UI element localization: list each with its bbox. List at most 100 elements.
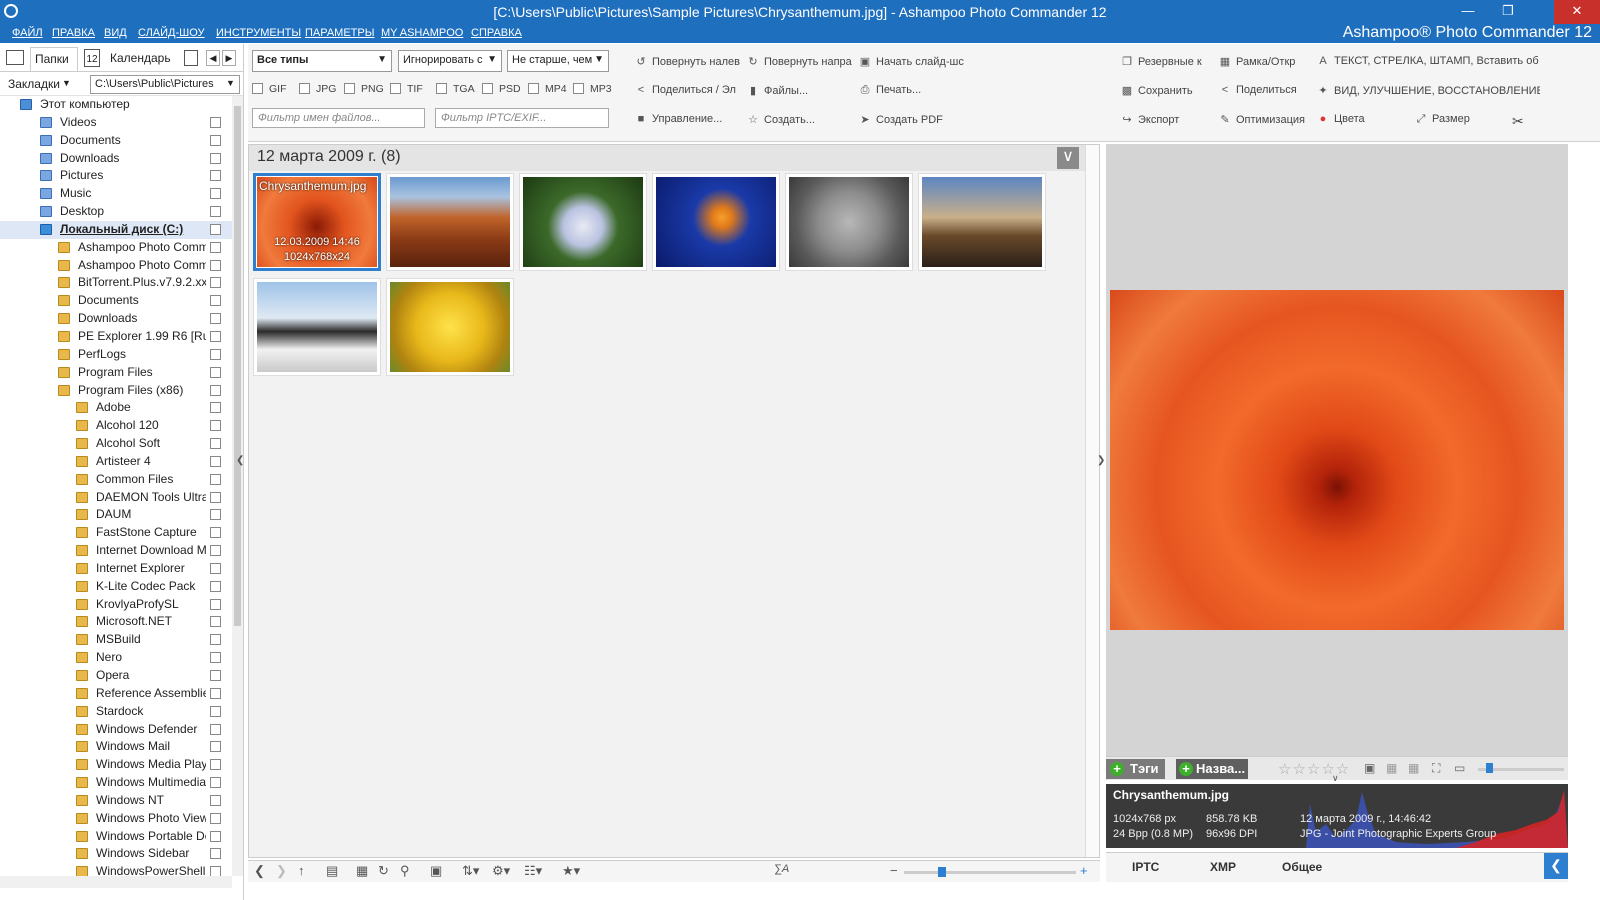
tab-calendar[interactable]: Календарь xyxy=(106,47,171,71)
tab-xmp[interactable]: XMP xyxy=(1210,860,1236,874)
tree-item-checkbox[interactable] xyxy=(210,527,221,539)
menu-slideshow[interactable]: СЛАЙД-ШОУ xyxy=(138,27,205,39)
zoom-in-icon[interactable]: + xyxy=(1080,863,1088,878)
path-input[interactable]: C:\Users\Public\Pictures xyxy=(90,75,240,94)
filter-checkbox-png[interactable]: PNG xyxy=(344,83,384,95)
zoom-slider-handle[interactable] xyxy=(938,867,946,877)
scissors-icon[interactable]: ✂ xyxy=(1512,113,1532,130)
type-select[interactable]: Все типы ▼ xyxy=(252,50,392,72)
tree-item[interactable]: Локальный диск (C:) xyxy=(0,220,232,239)
tree-item[interactable]: DAUM xyxy=(0,506,232,524)
tree-item-checkbox[interactable] xyxy=(210,598,221,610)
close-icon[interactable]: ✕ xyxy=(1554,0,1600,24)
zoom-slider[interactable] xyxy=(904,871,1076,874)
tree-item-checkbox[interactable] xyxy=(210,562,221,574)
thumbnail[interactable]: Chrysanthemum.jpg 12.03.2009 14:46 1024x76… xyxy=(253,173,381,271)
tree-item-checkbox[interactable] xyxy=(210,152,221,164)
tree-item[interactable]: Documents xyxy=(0,292,232,310)
thumbnail[interactable] xyxy=(918,173,1046,271)
tree-item-checkbox[interactable] xyxy=(210,723,221,735)
panel-nav-arrow-icon[interactable]: ❮ xyxy=(1544,853,1568,879)
tab-iptc[interactable]: IPTC xyxy=(1132,860,1159,874)
font-size-icon[interactable]: ∑A xyxy=(774,863,789,875)
preview-zoom-handle[interactable] xyxy=(1486,763,1493,773)
rotate-left-button[interactable]: ↺ Повернуть налев xyxy=(634,55,744,68)
menu-view[interactable]: ВИД xyxy=(104,27,127,39)
tree-scroll-thumb[interactable] xyxy=(234,106,241,626)
tree-item-checkbox[interactable] xyxy=(210,741,221,753)
menu-edit[interactable]: ПРАВКА xyxy=(52,27,95,39)
tree-item[interactable]: Internet Explorer xyxy=(0,560,232,578)
tree-horizontal-scrollbar[interactable] xyxy=(0,876,232,888)
thumbnail[interactable] xyxy=(652,173,780,271)
tree-item[interactable]: Documents xyxy=(0,132,232,150)
share-button[interactable]: < Поделиться xyxy=(1218,84,1314,96)
preview-image[interactable] xyxy=(1110,290,1564,630)
tree-item-checkbox[interactable] xyxy=(210,616,221,628)
tree-item-checkbox[interactable] xyxy=(210,848,221,860)
panel-icon[interactable] xyxy=(184,50,198,66)
tree-item-checkbox[interactable] xyxy=(210,652,221,664)
tree-item-checkbox[interactable] xyxy=(210,384,221,396)
start-slideshow-button[interactable]: ▣ Начать слайд-шс xyxy=(858,55,968,68)
tree-item-checkbox[interactable] xyxy=(210,866,221,876)
tree-item-checkbox[interactable] xyxy=(210,473,221,485)
age-select[interactable]: Не старше, чем ▼ xyxy=(507,50,609,72)
tree-item[interactable]: BitTorrent.Plus.v7.9.2.xxx xyxy=(0,274,232,292)
tree-item[interactable]: Videos xyxy=(0,114,232,132)
rotate-right-button[interactable]: ↻ Повернуть напра xyxy=(746,55,854,68)
optimize-button[interactable]: ✎ Оптимизация xyxy=(1218,113,1314,126)
tree-item-checkbox[interactable] xyxy=(210,455,221,467)
tree-item-checkbox[interactable] xyxy=(210,438,221,450)
tree-item[interactable]: Alcohol 120 xyxy=(0,417,232,435)
tree-item[interactable]: Alcohol Soft xyxy=(0,435,232,453)
tree-item[interactable]: Common Files xyxy=(0,471,232,489)
tree-item[interactable]: Downloads xyxy=(0,150,232,168)
tree-item[interactable]: Adobe xyxy=(0,399,232,417)
menu-tools[interactable]: ИНСТРУМЕНТЫ xyxy=(216,27,301,39)
view-mode-icon[interactable]: ▤ xyxy=(326,863,338,879)
tree-item[interactable]: Reference Assemblie xyxy=(0,685,232,703)
bookmarks-button[interactable]: Закладки xyxy=(8,77,60,91)
tab-right-arrow-icon[interactable]: ▶ xyxy=(222,50,236,66)
tree-item-checkbox[interactable] xyxy=(210,116,221,128)
tree-item[interactable]: Ashampoo Photo Comm xyxy=(0,239,232,257)
thumbnail[interactable] xyxy=(386,173,514,271)
filter-checkbox-jpg[interactable]: JPG xyxy=(299,83,336,95)
filter-checkbox-gif[interactable]: GIF xyxy=(252,83,287,95)
tree-item[interactable]: Program Files (x86) xyxy=(0,382,232,400)
tree-item-checkbox[interactable] xyxy=(210,670,221,681)
search-icon[interactable]: ⚲ xyxy=(400,863,410,879)
filter-checkbox-tga[interactable]: TGA xyxy=(436,83,475,95)
tree-item[interactable]: PE Explorer 1.99 R6 [Rus] xyxy=(0,328,232,346)
tab-general[interactable]: Общее xyxy=(1282,860,1322,874)
zoom-out-icon[interactable]: − xyxy=(890,863,898,878)
tree-item-checkbox[interactable] xyxy=(210,313,221,325)
menu-help[interactable]: СПРАВКА xyxy=(471,27,522,39)
bookmarks-dropdown-icon[interactable]: ▼ xyxy=(62,78,71,88)
thumbnail[interactable] xyxy=(519,173,647,271)
tree-item[interactable]: Internet Download M xyxy=(0,542,232,560)
tags-button[interactable]: + Тэги xyxy=(1106,759,1165,779)
tree-item[interactable]: Nero xyxy=(0,649,232,667)
tree-item-checkbox[interactable] xyxy=(210,830,221,842)
tree-item[interactable]: MSBuild xyxy=(0,631,232,649)
layout-icon[interactable]: ☷▾ xyxy=(524,863,542,879)
filename-filter-input[interactable]: Фильтр имен файлов... xyxy=(252,108,425,128)
filter-checkbox-mp4[interactable]: MP4 xyxy=(528,83,567,95)
text-tools-button[interactable]: A ТЕКСТ, СТРЕЛКА, ШТАМП, Вставить об xyxy=(1316,55,1540,67)
tree-item-checkbox[interactable] xyxy=(210,491,221,503)
tree-item[interactable]: Microsoft.NET xyxy=(0,613,232,631)
menu-settings[interactable]: ПАРАМЕТРЫ xyxy=(305,27,374,39)
new-folder-icon[interactable]: ▣ xyxy=(430,863,442,879)
forward-arrow-icon[interactable]: ❯ xyxy=(276,863,287,879)
tree-item-checkbox[interactable] xyxy=(210,402,221,414)
thumbnail[interactable] xyxy=(785,173,913,271)
tree-item[interactable]: Ashampoo Photo Comm xyxy=(0,257,232,275)
tree-item-checkbox[interactable] xyxy=(210,509,221,521)
tree-item-checkbox[interactable] xyxy=(210,170,221,182)
tree-item-checkbox[interactable] xyxy=(210,705,221,717)
tree-item-checkbox[interactable] xyxy=(210,277,221,289)
tree-item-checkbox[interactable] xyxy=(210,188,221,200)
rating-stars[interactable]: ☆☆☆☆☆ xyxy=(1278,760,1350,778)
